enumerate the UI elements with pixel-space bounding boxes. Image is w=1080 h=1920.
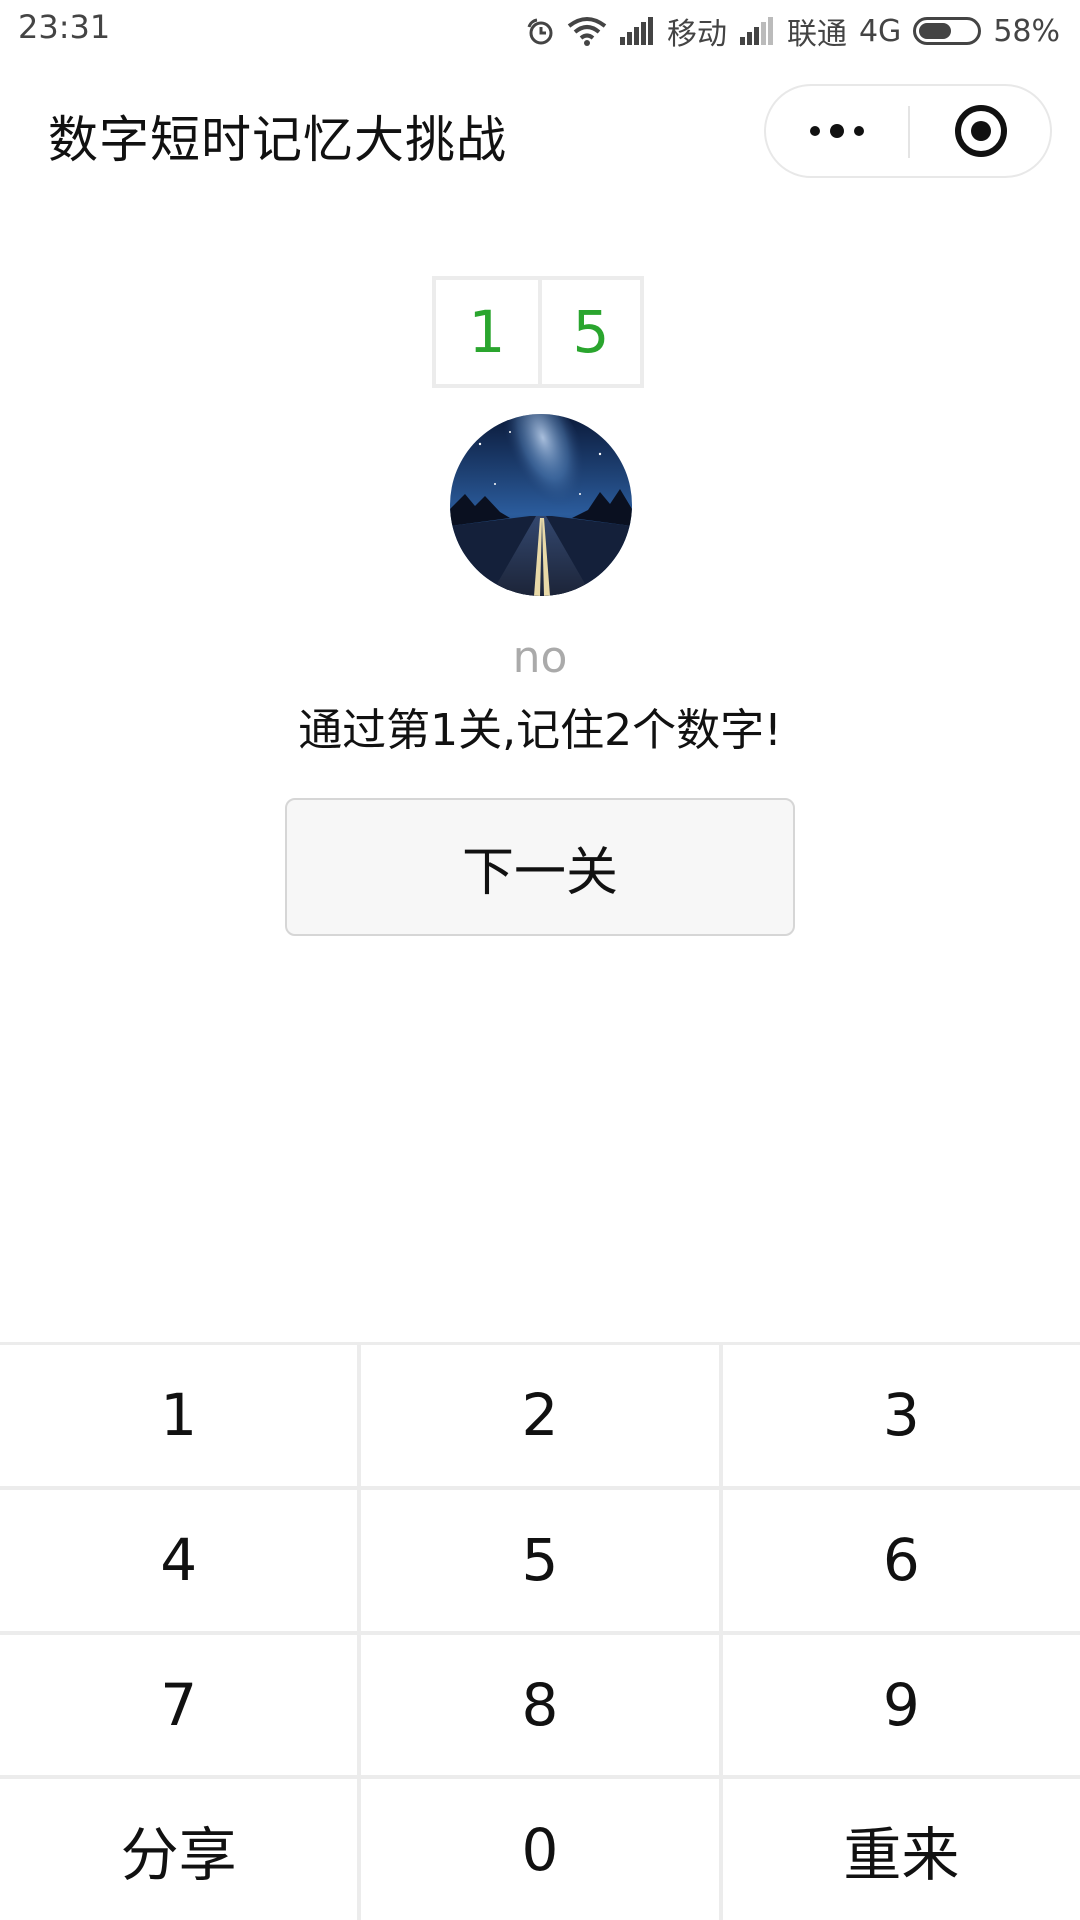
battery-level: [919, 23, 952, 39]
more-dots-icon[interactable]: [766, 86, 908, 176]
carrier-2: 联通: [786, 17, 847, 52]
next-level-button[interactable]: 下一关: [285, 798, 795, 936]
key-9[interactable]: 9: [722, 1634, 1080, 1776]
battery-icon: [913, 17, 982, 45]
signal-icon-1: [619, 17, 655, 45]
key-5[interactable]: 5: [361, 1489, 719, 1631]
username: no: [512, 632, 568, 683]
digit-display: 1 5: [432, 276, 644, 388]
page-title: 数字短时记忆大挑战: [48, 111, 507, 169]
key-1[interactable]: 1: [0, 1345, 358, 1486]
number-keypad: 1 2 3 4 5 6 7 8 9 分享 0 重来: [0, 1342, 1080, 1920]
key-8[interactable]: 8: [361, 1634, 719, 1776]
target-close-icon[interactable]: [910, 86, 1052, 176]
signal-icon-2: [739, 17, 775, 45]
wifi-icon: [567, 15, 607, 47]
status-bar: 23:31 移动 联通 4G 58%: [0, 0, 1080, 62]
result-message: 通过第1关,记住2个数字!: [298, 705, 782, 756]
status-time: 23:31: [18, 8, 111, 46]
key-3[interactable]: 3: [722, 1345, 1080, 1486]
restart-button[interactable]: 重来: [722, 1779, 1080, 1920]
key-7[interactable]: 7: [0, 1634, 358, 1776]
key-6[interactable]: 6: [722, 1489, 1080, 1631]
menu-capsule: [764, 84, 1052, 178]
key-2[interactable]: 2: [361, 1345, 719, 1486]
share-button[interactable]: 分享: [0, 1779, 358, 1920]
alarm-icon: [523, 15, 555, 47]
avatar-night-road-image: [450, 414, 632, 596]
nav-bar: 数字短时记忆大挑战: [0, 62, 1080, 202]
battery-percent: 58%: [993, 13, 1060, 49]
status-indicators: 移动 联通 4G 58%: [523, 8, 1060, 54]
key-0[interactable]: 0: [361, 1779, 719, 1920]
digit-box: 1: [468, 298, 506, 366]
key-4[interactable]: 4: [0, 1489, 358, 1631]
digit-box: 5: [538, 280, 640, 384]
carrier-1: 移动: [666, 17, 727, 52]
network-type: 4G: [858, 13, 902, 49]
avatar: [450, 414, 632, 596]
